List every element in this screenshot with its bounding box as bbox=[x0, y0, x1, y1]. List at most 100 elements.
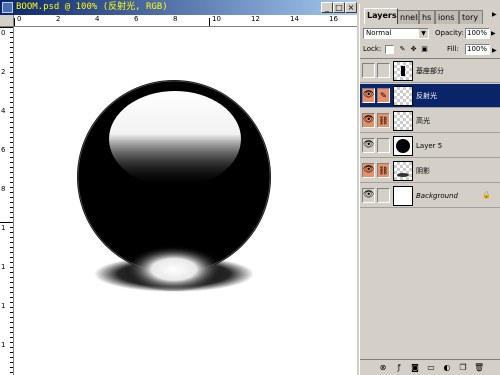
eye-icon[interactable]: 👁 bbox=[362, 88, 375, 103]
lock-transparency-icon[interactable] bbox=[385, 45, 394, 54]
ruler-ticks-v bbox=[0, 27, 13, 373]
fill-label: Fill: bbox=[447, 45, 459, 53]
ball-reflection bbox=[124, 243, 224, 291]
horizontal-ruler[interactable]: 0 2 4 6 8 10 12 14 16 bbox=[14, 15, 357, 27]
layer-thumbnail bbox=[393, 86, 413, 106]
document-title-bar[interactable]: BOOM.psd @ 100% (反射光, RGB) bbox=[0, 0, 357, 15]
document-icon bbox=[2, 2, 13, 13]
layer-thumbnail bbox=[393, 111, 413, 131]
new-layer-icon[interactable]: ❐ bbox=[458, 363, 468, 373]
eye-icon[interactable]: 👁 bbox=[362, 138, 375, 153]
tab-history[interactable]: tory bbox=[459, 10, 483, 24]
ruler-label: 8 bbox=[1, 185, 6, 193]
ruler-label: 6 bbox=[1, 146, 6, 154]
opacity-field[interactable]: 100% bbox=[465, 28, 490, 39]
document-canvas[interactable] bbox=[14, 27, 357, 375]
ruler-label: 0 bbox=[17, 15, 22, 23]
tab-channels[interactable]: nnels bbox=[397, 10, 419, 24]
palette-tabs: Layers nnels hs ions tory ▶ bbox=[360, 8, 500, 24]
tab-layers[interactable]: Layers bbox=[364, 8, 398, 24]
blend-mode-select[interactable]: Normal ▼ bbox=[363, 28, 429, 39]
ruler-label: 0 bbox=[1, 29, 6, 37]
tab-actions[interactable]: ions bbox=[435, 10, 459, 24]
layer-thumbnail bbox=[393, 61, 413, 81]
layer-row[interactable]: 👁 ⛓ 阴影 bbox=[360, 159, 500, 183]
layer-row[interactable]: 👁 Layer 5 bbox=[360, 134, 500, 158]
chevron-down-icon[interactable]: ▼ bbox=[419, 29, 428, 38]
thumb-art bbox=[397, 173, 409, 177]
ruler-label: 12 bbox=[251, 15, 260, 23]
ruler-label: 14 bbox=[290, 15, 299, 23]
layer-thumbnail bbox=[393, 186, 413, 206]
layer-row-selected[interactable]: 👁 ✎ 反射光 bbox=[360, 84, 500, 108]
ruler-label: 1 bbox=[1, 263, 6, 271]
eye-icon[interactable]: 👁 bbox=[362, 163, 375, 178]
eye-icon[interactable]: 👁 bbox=[362, 188, 375, 203]
maximize-button[interactable]: □ bbox=[333, 2, 345, 13]
ruler-origin[interactable] bbox=[0, 15, 14, 27]
layers-empty-area bbox=[360, 208, 500, 358]
adjustment-icon[interactable]: ◐ bbox=[442, 363, 452, 373]
trash-icon[interactable]: 🗑 bbox=[474, 363, 484, 373]
ruler-label: 1 bbox=[1, 224, 6, 232]
ball-highlight bbox=[109, 91, 241, 187]
layer-name: 高光 bbox=[416, 117, 430, 125]
layers-list: 基座部分 👁 ✎ 反射光 👁 ⛓ 高光 👁 Layer 5 👁 ⛓ 阴影 👁 B… bbox=[360, 58, 500, 208]
fill-slider-icon[interactable]: ▶ bbox=[492, 45, 497, 56]
palette-bottom-bar: ⊗ ƒ ◙ ▭ ◐ ❐ 🗑 bbox=[360, 359, 500, 375]
lock-all-icon[interactable]: ▣ bbox=[420, 45, 429, 54]
vertical-ruler[interactable]: 0 2 4 6 8 1 1 1 1 bbox=[0, 27, 14, 375]
layer-row[interactable]: 基座部分 bbox=[360, 59, 500, 83]
link-toggle[interactable] bbox=[377, 188, 390, 203]
glass-ball-artwork bbox=[77, 80, 271, 292]
link-toggle[interactable] bbox=[377, 138, 390, 153]
layer-thumbnail bbox=[393, 161, 413, 181]
layer-name: Background bbox=[416, 192, 458, 200]
lock-icon: 🔒 bbox=[482, 191, 491, 199]
lock-paint-icon[interactable]: ✎ bbox=[398, 45, 407, 54]
visibility-toggle[interactable] bbox=[362, 63, 375, 78]
thumb-art bbox=[401, 66, 405, 76]
new-set-icon[interactable]: ▭ bbox=[426, 363, 436, 373]
layer-row[interactable]: 👁 ⛓ 高光 bbox=[360, 109, 500, 133]
layer-name: 阴影 bbox=[416, 167, 430, 175]
ruler-label: 6 bbox=[134, 15, 139, 23]
layer-name: 反射光 bbox=[416, 92, 437, 100]
layer-thumbnail bbox=[393, 136, 413, 156]
blend-mode-value: Normal bbox=[366, 29, 392, 37]
layer-row[interactable]: 👁 Background 🔒 bbox=[360, 184, 500, 208]
lock-move-icon[interactable]: ✥ bbox=[409, 45, 418, 54]
link-icon[interactable]: ⛓ bbox=[377, 163, 390, 178]
document-title: BOOM.psd @ 100% (反射光, RGB) bbox=[16, 2, 168, 12]
document-window: BOOM.psd @ 100% (反射光, RGB) _ □ × 0 2 4 6… bbox=[0, 0, 357, 375]
palette-menu-icon[interactable]: ▶ bbox=[492, 11, 500, 21]
layers-palette: Layers nnels hs ions tory ▶ Normal ▼ Opa… bbox=[359, 4, 500, 375]
brush-icon[interactable]: ✎ bbox=[377, 88, 390, 103]
ruler-ticks-h bbox=[14, 18, 210, 26]
link-icon[interactable]: ⛓ bbox=[377, 113, 390, 128]
layer-name: 基座部分 bbox=[416, 67, 444, 75]
opacity-slider-icon[interactable]: ▶ bbox=[491, 29, 499, 38]
tab-paths[interactable]: hs bbox=[419, 10, 435, 24]
lock-row: Lock: ✎ ✥ ▣ Fill: 100% ▶ bbox=[363, 44, 500, 56]
link-icon[interactable]: ⊗ bbox=[378, 363, 388, 373]
minimize-button[interactable]: _ bbox=[321, 2, 333, 13]
ruler-label: 16 bbox=[329, 15, 338, 23]
ruler-label: 8 bbox=[173, 15, 178, 23]
ruler-label: 2 bbox=[56, 15, 61, 23]
ruler-label: 1 bbox=[1, 341, 6, 349]
link-toggle[interactable] bbox=[377, 63, 390, 78]
photoshop-workspace: BOOM.psd @ 100% (反射光, RGB) _ □ × 0 2 4 6… bbox=[0, 0, 500, 375]
layer-name: Layer 5 bbox=[416, 142, 443, 150]
close-button[interactable]: × bbox=[345, 2, 357, 13]
eye-icon[interactable]: 👁 bbox=[362, 113, 375, 128]
thumb-art bbox=[396, 139, 410, 153]
effects-icon[interactable]: ƒ bbox=[394, 363, 404, 373]
opacity-label: Opacity: bbox=[435, 29, 464, 37]
ruler-label: 2 bbox=[1, 68, 6, 76]
lock-label: Lock: bbox=[363, 45, 382, 53]
ruler-label: 4 bbox=[95, 15, 100, 23]
fill-field[interactable]: 100% bbox=[465, 44, 490, 55]
ruler-label: 4 bbox=[1, 107, 6, 115]
mask-icon[interactable]: ◙ bbox=[410, 363, 420, 373]
